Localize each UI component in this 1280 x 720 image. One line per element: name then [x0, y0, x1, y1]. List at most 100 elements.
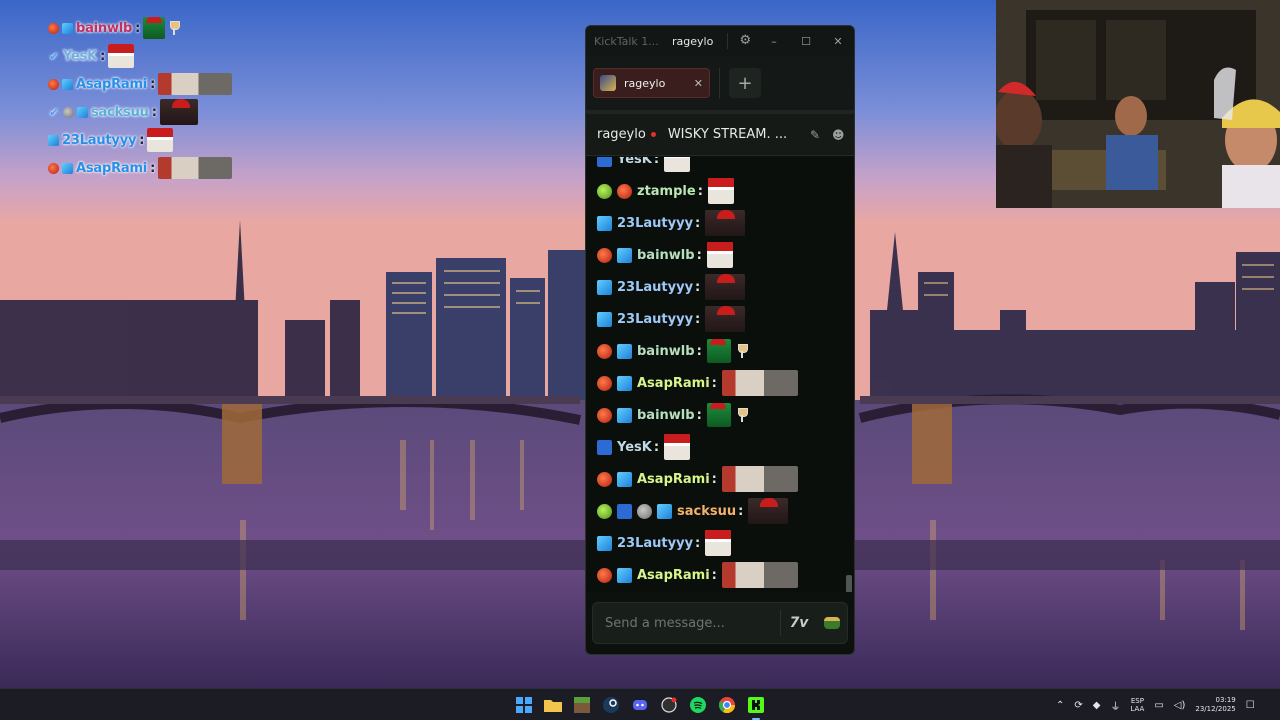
- santa-emote-icon[interactable]: [706, 242, 733, 268]
- green-emote-icon[interactable]: [143, 17, 166, 39]
- hat-emote-icon[interactable]: [705, 306, 746, 332]
- chat-username[interactable]: sacksuu: [677, 504, 736, 519]
- cube-badge-icon: [617, 343, 632, 359]
- hat-emote-icon[interactable]: [159, 99, 198, 125]
- chat-message[interactable]: 23Lautyyy:: [597, 303, 746, 335]
- streamer-name[interactable]: rageylo: [597, 127, 646, 142]
- webcam-overlay: [996, 0, 1280, 208]
- minimize-button[interactable]: –: [758, 26, 790, 56]
- sync-icon[interactable]: ⟳: [1074, 700, 1082, 711]
- cube-badge-icon: [657, 503, 672, 519]
- language-indicator[interactable]: ESP LAA: [1130, 697, 1144, 713]
- hat-emote-icon[interactable]: [748, 498, 789, 524]
- chat-message[interactable]: AsapRami:: [597, 463, 798, 495]
- cube-badge-icon: [48, 134, 59, 146]
- chat-username[interactable]: bainwlb: [637, 408, 695, 423]
- chat-username[interactable]: 23Lautyyy: [617, 216, 693, 231]
- wide-emote-icon[interactable]: [158, 157, 233, 179]
- chat-message[interactable]: sacksuu:: [597, 495, 789, 527]
- spotify-icon[interactable]: [686, 693, 710, 717]
- chat-message[interactable]: bainwlb:: [597, 239, 733, 271]
- chat-message[interactable]: 23Lautyyy:: [597, 527, 732, 559]
- notification-icon[interactable]: ☐: [1246, 700, 1255, 711]
- chat-message[interactable]: AsapRami:: [597, 367, 798, 399]
- chat-message-list[interactable]: YesK: ztample:23Lautyyy: bainwlb:23Lautyyy…: [586, 157, 854, 592]
- santa-emote-icon[interactable]: [108, 44, 135, 68]
- overlay-username: YesK: [63, 48, 98, 64]
- wide-emote-icon[interactable]: [721, 466, 798, 492]
- file-explorer-icon[interactable]: [541, 693, 565, 717]
- obs-icon[interactable]: [657, 693, 681, 717]
- chat-username[interactable]: bainwlb: [637, 248, 695, 263]
- overlay-colon: :: [135, 20, 141, 36]
- chat-username[interactable]: YesK: [617, 440, 652, 455]
- green-emote-icon[interactable]: [706, 403, 731, 427]
- user-list-icon[interactable]: ☻: [832, 129, 845, 141]
- chat-username[interactable]: AsapRami: [637, 376, 710, 391]
- discord-icon[interactable]: [628, 693, 652, 717]
- wide-emote-icon[interactable]: [721, 370, 798, 396]
- chrome-icon[interactable]: [715, 693, 739, 717]
- wide-emote-icon[interactable]: [158, 73, 233, 95]
- close-button[interactable]: ✕: [822, 26, 854, 56]
- pin-icon[interactable]: ✎: [810, 129, 822, 141]
- hat-emote-icon[interactable]: [705, 210, 746, 236]
- cube-badge-icon: [62, 162, 73, 174]
- steam-icon[interactable]: [599, 693, 623, 717]
- add-tab-button[interactable]: +: [729, 68, 761, 98]
- chat-message[interactable]: AsapRami:: [597, 559, 798, 591]
- chat-username[interactable]: bainwlb: [637, 344, 695, 359]
- chat-username[interactable]: 23Lautyyy: [617, 312, 693, 327]
- volume-icon[interactable]: ◁): [1174, 700, 1186, 711]
- chat-message[interactable]: YesK:: [597, 157, 691, 175]
- chat-message[interactable]: bainwlb:: [597, 335, 748, 367]
- windows-start-icon[interactable]: [512, 693, 536, 717]
- chat-message[interactable]: 23Lautyyy:: [597, 207, 746, 239]
- message-input[interactable]: [593, 603, 780, 643]
- overlay-colon: :: [139, 132, 145, 148]
- chat-message[interactable]: ztample:: [597, 175, 734, 207]
- title-bar[interactable]: KickTalk 1.... rageylo ⚙ – ☐ ✕: [586, 26, 854, 56]
- chat-username[interactable]: YesK: [617, 157, 652, 167]
- santa-emote-icon[interactable]: [147, 128, 174, 152]
- santa-emote-icon[interactable]: [705, 530, 732, 556]
- chat-username[interactable]: 23Lautyyy: [617, 280, 693, 295]
- sword-badge-icon: [597, 439, 612, 455]
- kick-icon[interactable]: [744, 693, 768, 720]
- sword-badge-icon: [617, 503, 632, 519]
- red-badge-icon: [48, 78, 59, 90]
- santa-emote-icon[interactable]: [664, 157, 691, 172]
- tab-close-icon[interactable]: ✕: [694, 77, 703, 90]
- green-emote-icon[interactable]: [706, 339, 731, 363]
- seventv-emote-button[interactable]: 7v: [781, 615, 817, 631]
- glass-emote-icon[interactable]: [736, 343, 748, 359]
- clock[interactable]: 03:19 23/12/2025: [1195, 696, 1235, 714]
- glass-emote-icon[interactable]: [736, 407, 748, 423]
- kicktalk-window: KickTalk 1.... rageylo ⚙ – ☐ ✕ rageylo ✕…: [585, 25, 855, 655]
- chat-message[interactable]: bainwlb:: [597, 399, 748, 431]
- minecraft-icon[interactable]: [570, 693, 594, 717]
- network-icon[interactable]: ▭: [1154, 700, 1163, 711]
- wide-emote-icon[interactable]: [721, 562, 798, 588]
- chat-username[interactable]: AsapRami: [637, 472, 710, 487]
- chat-username[interactable]: ztample: [637, 184, 696, 199]
- maximize-button[interactable]: ☐: [790, 26, 822, 56]
- santa-emote-icon[interactable]: [707, 178, 734, 204]
- kick-emote-icon[interactable]: [817, 608, 847, 638]
- defender-icon[interactable]: ◆: [1093, 700, 1101, 711]
- glass-emote-icon[interactable]: [168, 20, 181, 36]
- user-button[interactable]: rageylo: [672, 35, 713, 48]
- gear-icon[interactable]: ⚙: [738, 34, 752, 48]
- chat-message[interactable]: YesK:: [597, 431, 691, 463]
- santa-emote-icon[interactable]: [664, 434, 691, 460]
- tab-rageylo[interactable]: rageylo ✕: [593, 68, 710, 98]
- microphone-icon[interactable]: ⏚: [1110, 698, 1120, 713]
- chat-colon: :: [696, 247, 702, 263]
- chevron-up-icon[interactable]: ⌃: [1056, 700, 1064, 711]
- scrollbar[interactable]: [846, 575, 852, 592]
- chat-username[interactable]: AsapRami: [637, 568, 710, 583]
- hat-emote-icon[interactable]: [705, 274, 746, 300]
- bot-badge-icon: [597, 503, 612, 519]
- chat-username[interactable]: 23Lautyyy: [617, 536, 693, 551]
- chat-message[interactable]: 23Lautyyy:: [597, 271, 746, 303]
